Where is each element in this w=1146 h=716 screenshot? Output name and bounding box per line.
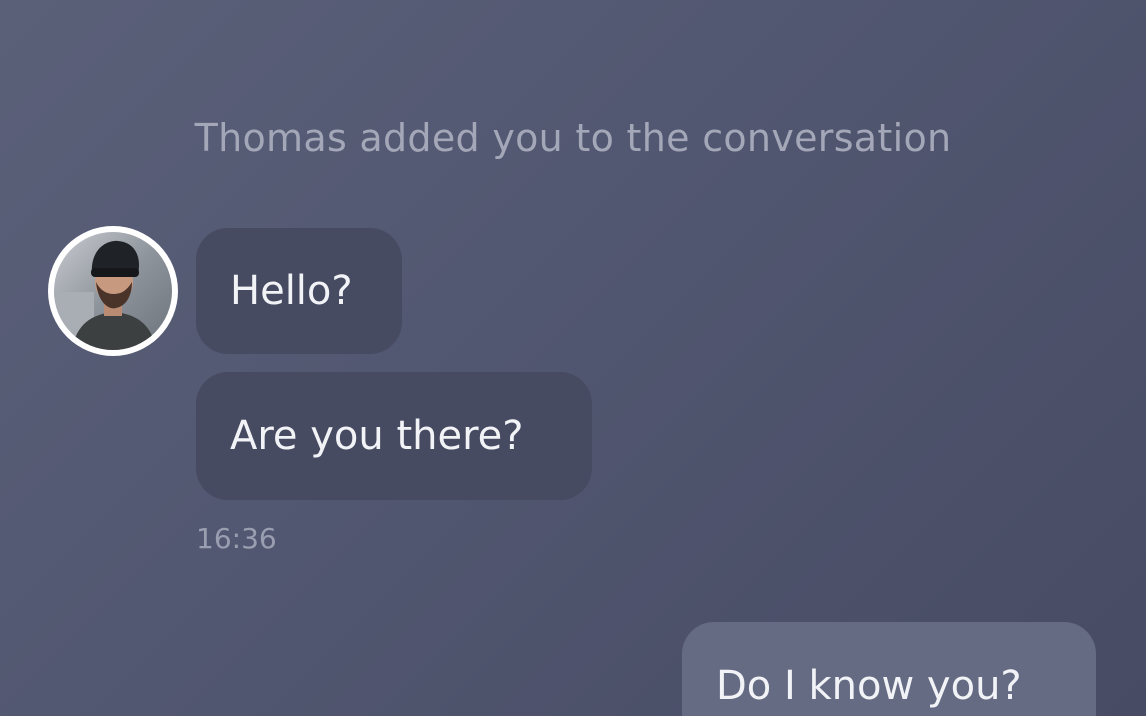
- message-bubble-incoming[interactable]: Are you there?: [196, 372, 592, 500]
- system-message: Thomas added you to the conversation: [194, 116, 952, 160]
- message-bubble-outgoing[interactable]: Do I know you?: [682, 622, 1096, 716]
- message-timestamp: 16:36: [196, 522, 277, 555]
- chat-thread: Thomas added you to the conversation Hel…: [0, 0, 1146, 716]
- user-avatar-photo-icon: [54, 232, 172, 350]
- contact-avatar[interactable]: [48, 226, 178, 356]
- message-bubble-incoming[interactable]: Hello?: [196, 228, 402, 354]
